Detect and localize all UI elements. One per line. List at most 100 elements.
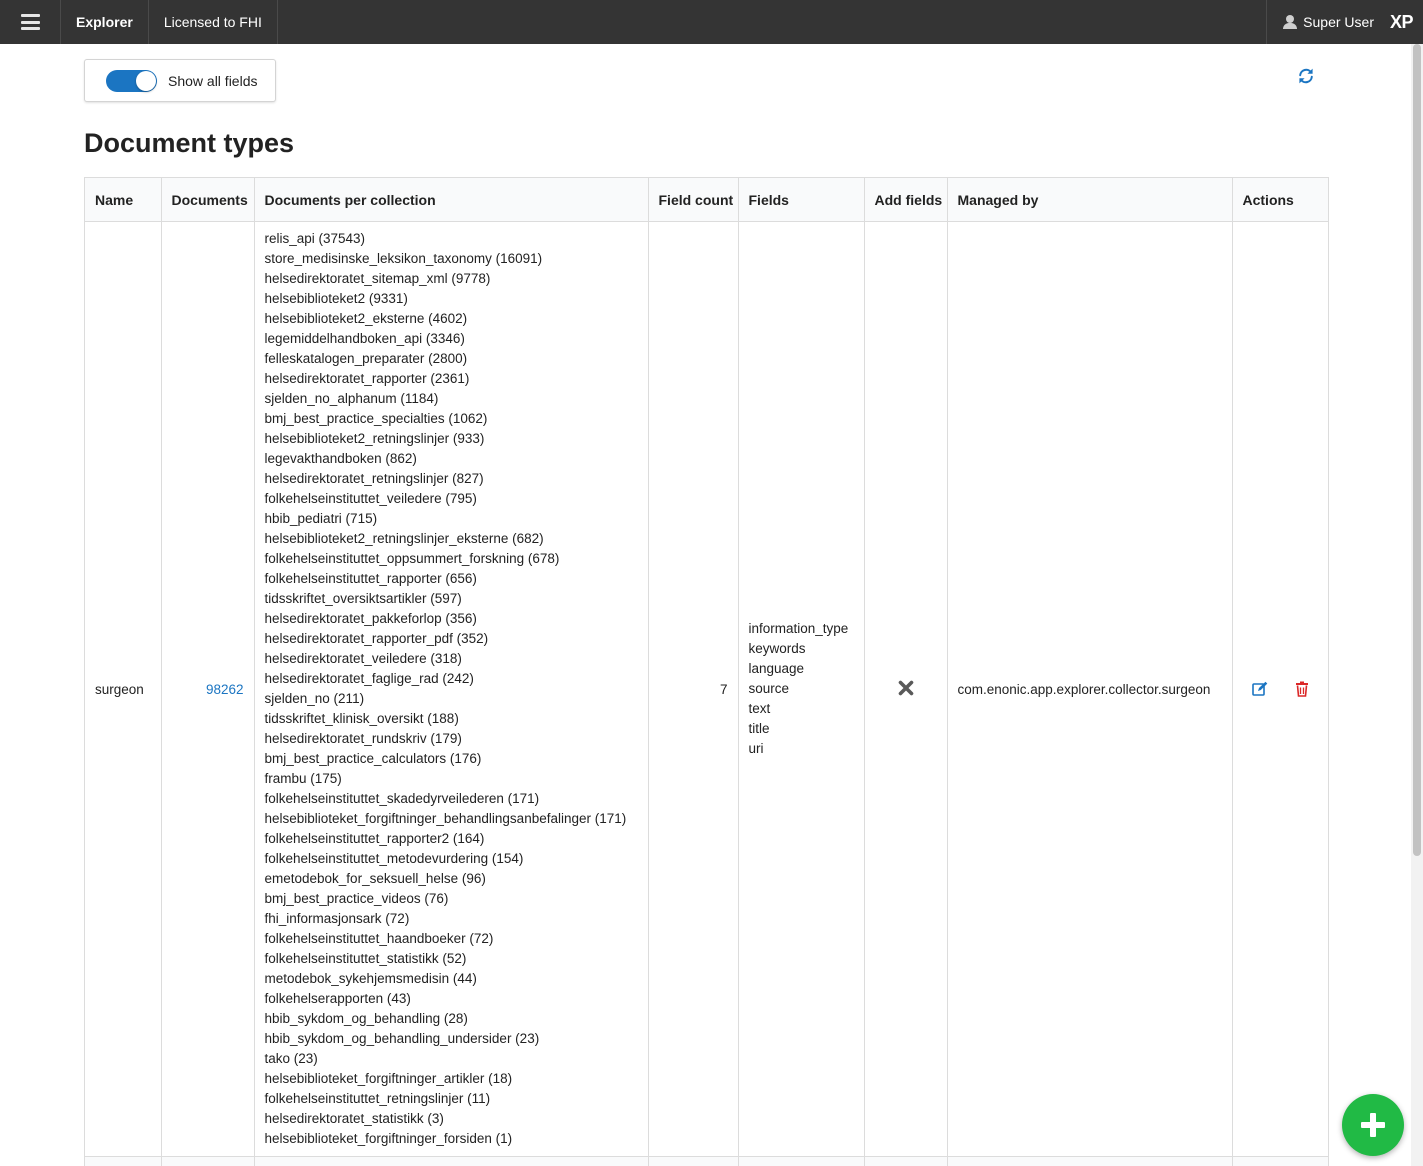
cell-empty (1232, 1156, 1328, 1166)
xp-logo[interactable]: XP (1390, 0, 1423, 44)
user-menu[interactable]: Super User (1266, 0, 1390, 44)
collection-item: bmj_best_practice_videos (76) (264, 891, 449, 906)
show-all-fields-toggle[interactable]: Show all fields (84, 59, 276, 102)
nav-explorer[interactable]: Explorer (61, 0, 149, 44)
column-header-actions: Actions (1232, 178, 1328, 222)
toggle-switch[interactable] (106, 69, 157, 92)
collection-item: emetodebok_for_seksuell_helse (96) (264, 871, 486, 886)
user-name: Super User (1303, 14, 1374, 30)
collection-item: helsedirektoratet_rapporter (2361) (264, 371, 470, 386)
toggle-label: Show all fields (168, 72, 258, 89)
collection-item: tidsskriftet_oversiktsartikler (597) (264, 591, 462, 606)
column-header-field-count[interactable]: Field count (648, 178, 739, 222)
collection-item: tako (23) (264, 1051, 318, 1066)
collection-item: folkehelseinstituttet_retningslinjer (11… (264, 1091, 491, 1106)
column-header-fields[interactable]: Fields (738, 178, 865, 222)
nav-license[interactable]: Licensed to FHI (149, 0, 278, 44)
collection-item: bmj_best_practice_specialties (1062) (264, 411, 488, 426)
document-types-table: Name Documents Documents per collection … (84, 177, 1329, 1166)
collection-item: hbib_pediatri (715) (264, 511, 378, 526)
close-icon (898, 680, 913, 695)
trash-icon[interactable] (1294, 681, 1310, 697)
collection-item: helsebiblioteket2_retningslinjer_ekstern… (264, 531, 544, 546)
collection-item: folkehelserapporten (43) (264, 991, 411, 1006)
collection-item: tidsskriftet_klinisk_oversikt (188) (264, 711, 459, 726)
collection-item: helsedirektoratet_faglige_rad (242) (264, 671, 474, 686)
collection-item: folkehelseinstituttet_haandboeker (72) (264, 931, 494, 946)
page-scrollbar[interactable] (1411, 44, 1423, 1166)
collection-item: sjelden_no_alphanum (1184) (264, 391, 439, 406)
collection-item: metodebok_sykehjemsmedisin (44) (264, 971, 477, 986)
collection-item: helsedirektoratet_statistikk (3) (264, 1111, 444, 1126)
add-document-type-button[interactable] (1342, 1094, 1404, 1156)
column-header-add-fields[interactable]: Add fields (864, 178, 948, 222)
collection-item: helsedirektoratet_rundskriv (179) (264, 731, 462, 746)
collection-item: store_medisinske_leksikon_taxonomy (1609… (264, 251, 543, 266)
hamburger-icon (20, 14, 40, 30)
cell-documents: 98262 (161, 221, 255, 1157)
collection-item: helsedirektoratet_veiledere (318) (264, 651, 462, 666)
collection-item: helsebiblioteket_forgiftninger_forsiden … (264, 1131, 513, 1146)
cell-empty (648, 1156, 739, 1166)
table-row: surgeon 98262 relis_api (37543) store_med… (85, 221, 1328, 1157)
cell-field-count: 7 (648, 221, 739, 1157)
collection-item: helsedirektoratet_rapporter_pdf (352) (264, 631, 489, 646)
collection-item: folkehelseinstituttet_statistikk (52) (264, 951, 467, 966)
cell-actions (1232, 221, 1328, 1157)
refresh-icon[interactable] (1297, 67, 1315, 85)
collection-item: helsebiblioteket2 (9331) (264, 291, 408, 306)
cell-empty (864, 1156, 948, 1166)
cell-documents-per-collection: relis_api (37543) store_medisinske_leksik… (254, 221, 649, 1157)
collection-item: helsedirektoratet_sitemap_xml (9778) (264, 271, 491, 286)
cell-empty (161, 1156, 255, 1166)
column-header-managed-by[interactable]: Managed by (947, 178, 1233, 222)
field-item: uri (748, 741, 764, 756)
collection-item: folkehelseinstituttet_rapporter2 (164) (264, 831, 485, 846)
top-bar: Explorer Licensed to FHI Super User XP (0, 0, 1423, 44)
scrollbar-thumb[interactable] (1413, 44, 1421, 856)
collection-item: helsebiblioteket_forgiftninger_behandlin… (264, 811, 627, 826)
collection-item: felleskatalogen_preparater (2800) (264, 351, 468, 366)
cell-empty (738, 1156, 865, 1166)
collection-item: frambu (175) (264, 771, 342, 786)
field-item: language (748, 661, 805, 676)
collection-item: helsedirektoratet_pakkeforlop (356) (264, 611, 477, 626)
field-item: keywords (748, 641, 806, 656)
field-item: text (748, 701, 771, 716)
collection-item: fhi_informasjonsark (72) (264, 911, 410, 926)
collection-item: bmj_best_practice_calculators (176) (264, 751, 482, 766)
cell-fields: information_type keywords language source te… (738, 221, 865, 1157)
collection-item: legemiddelhandboken_api (3346) (264, 331, 465, 346)
user-icon (1283, 15, 1298, 29)
edit-icon[interactable] (1251, 681, 1268, 697)
collection-item: hbib_sykdom_og_behandling_undersider (23… (264, 1031, 540, 1046)
table-header: Name Documents Documents per collection … (85, 178, 1328, 222)
column-header-name[interactable]: Name (85, 178, 162, 222)
field-item: information_type (748, 621, 849, 636)
documents-count-link[interactable]: 98262 (206, 682, 244, 697)
collection-item: folkehelseinstituttet_rapporter (656) (264, 571, 477, 586)
cell-empty (254, 1156, 649, 1166)
menu-button[interactable] (0, 0, 61, 44)
field-list: information_type keywords language source te… (749, 619, 854, 759)
collection-list: relis_api (37543) store_medisinske_leksik… (265, 223, 638, 1155)
collection-item: helsebiblioteket2_eksterne (4602) (264, 311, 468, 326)
cell-empty (85, 1156, 162, 1166)
collection-item: folkehelseinstituttet_oppsummert_forskni… (264, 551, 560, 566)
collection-item: helsebiblioteket2_retningslinjer (933) (264, 431, 485, 446)
field-item: title (748, 721, 770, 736)
collection-item: folkehelseinstituttet_metodevurdering (1… (264, 851, 524, 866)
cell-name: surgeon (85, 221, 162, 1157)
collection-item: helsedirektoratet_retningslinjer (827) (264, 471, 484, 486)
column-header-documents-per-collection[interactable]: Documents per collection (254, 178, 649, 222)
collection-item: folkehelseinstituttet_skadedyrveilederen… (264, 791, 540, 806)
collection-item: relis_api (37543) (264, 231, 366, 246)
collection-item: folkehelseinstituttet_veiledere (795) (264, 491, 477, 506)
field-item: source (748, 681, 790, 696)
table-row (85, 1156, 1328, 1166)
collection-item: legevakthandboken (862) (264, 451, 417, 466)
column-header-documents[interactable]: Documents (161, 178, 255, 222)
collection-item: hbib_sykdom_og_behandling (28) (264, 1011, 468, 1026)
cell-add-fields (864, 221, 948, 1157)
